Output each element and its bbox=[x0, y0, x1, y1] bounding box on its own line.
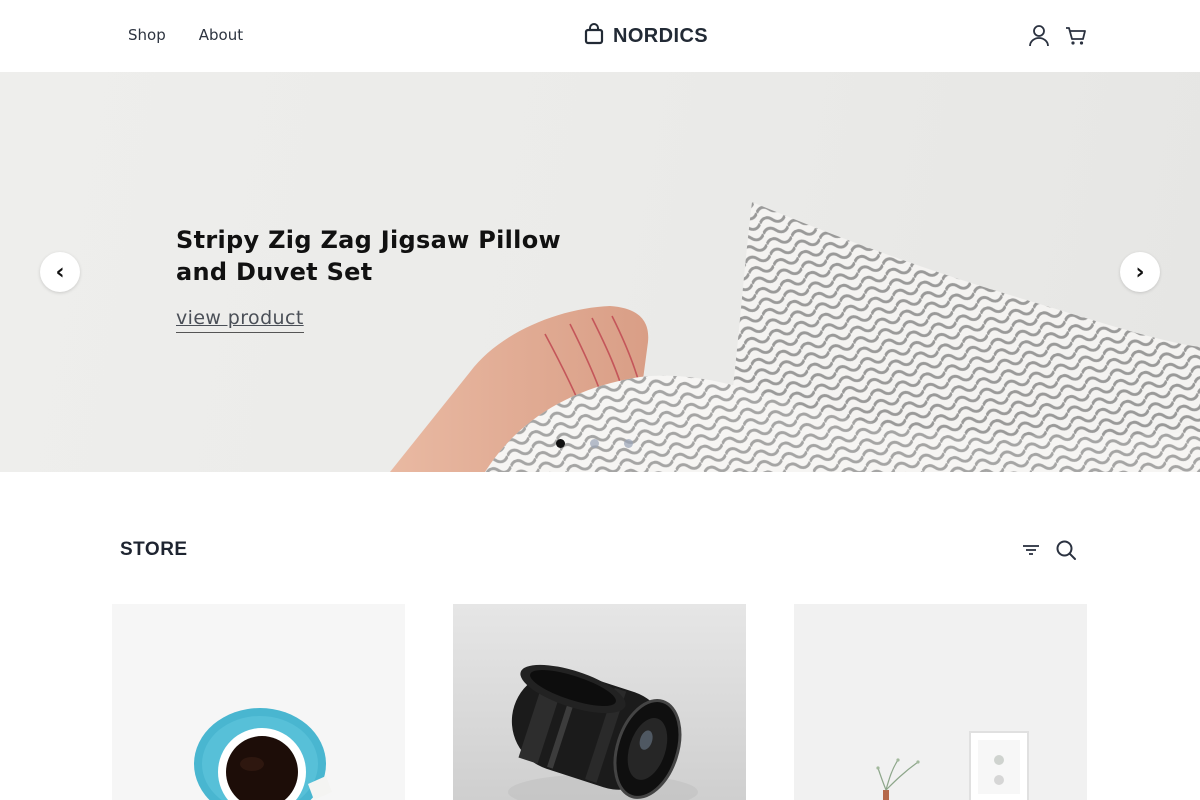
logo[interactable]: NORDICS bbox=[584, 23, 708, 49]
product-image-plant-frame bbox=[876, 731, 1029, 800]
product-card-1[interactable] bbox=[112, 604, 405, 800]
main-nav: Shop About bbox=[128, 26, 243, 44]
site-header: Shop About NORDICS bbox=[0, 0, 1200, 72]
carousel-indicators bbox=[556, 439, 633, 448]
chevron-right-icon: › bbox=[1135, 259, 1145, 285]
view-product-link[interactable]: view product bbox=[176, 307, 304, 333]
hero-carousel: Stripy Zig Zag Jigsaw Pillow and Duvet S… bbox=[0, 72, 1200, 472]
product-grid bbox=[112, 604, 1087, 800]
bag-icon bbox=[584, 23, 604, 49]
carousel-dot-1[interactable] bbox=[556, 439, 565, 448]
logo-text: NORDICS bbox=[613, 24, 709, 47]
cart-icon[interactable] bbox=[1064, 24, 1086, 48]
store-heading: STORE bbox=[120, 539, 188, 560]
carousel-dot-2[interactable] bbox=[590, 439, 599, 448]
carousel-next-button[interactable]: › bbox=[1120, 252, 1160, 292]
store-tools bbox=[1021, 539, 1077, 565]
product-image-camera-lens bbox=[508, 664, 698, 800]
hero-title: Stripy Zig Zag Jigsaw Pillow and Duvet S… bbox=[176, 226, 561, 286]
user-icon[interactable] bbox=[1028, 24, 1050, 48]
header-actions bbox=[1028, 24, 1086, 48]
carousel-dot-3[interactable] bbox=[624, 439, 633, 448]
product-image-coffee-cup bbox=[194, 708, 332, 800]
filter-icon[interactable] bbox=[1021, 540, 1041, 564]
nav-shop-link[interactable]: Shop bbox=[128, 26, 166, 44]
chevron-left-icon: ‹ bbox=[55, 259, 65, 285]
search-icon[interactable] bbox=[1055, 539, 1077, 565]
carousel-prev-button[interactable]: ‹ bbox=[40, 252, 80, 292]
nav-about-link[interactable]: About bbox=[199, 26, 243, 44]
product-card-2[interactable] bbox=[453, 604, 746, 800]
product-card-3[interactable] bbox=[794, 604, 1087, 800]
